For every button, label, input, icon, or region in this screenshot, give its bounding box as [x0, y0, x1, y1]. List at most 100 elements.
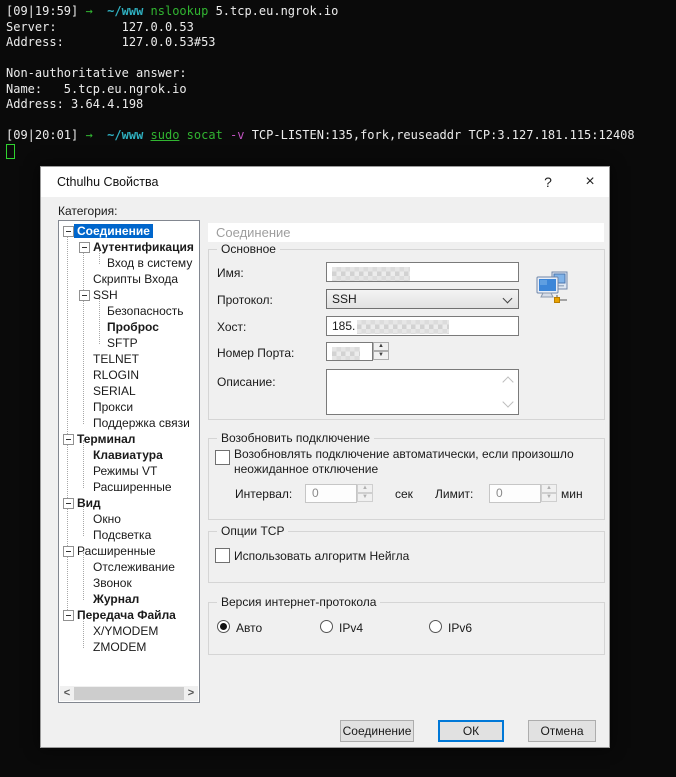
- dialog-titlebar[interactable]: Cthulhu Свойства ? ×: [41, 167, 609, 197]
- radio-ipv4[interactable]: [320, 620, 333, 633]
- terminal-line: Address: 127.0.0.53#53: [6, 35, 216, 49]
- tree-item-serial[interactable]: SERIAL: [90, 384, 139, 400]
- limit-label: Лимит:: [435, 487, 474, 501]
- limit-input: 0: [489, 484, 541, 503]
- protocol-label: Протокол:: [217, 293, 273, 307]
- scroll-right-icon[interactable]: >: [184, 686, 198, 701]
- tree-item-xymodem[interactable]: X/YMODEM: [90, 624, 161, 640]
- terminal-line: [6, 143, 670, 160]
- tree-item-keyboard[interactable]: Клавиатура: [90, 448, 166, 464]
- nagle-checkbox[interactable]: [215, 548, 230, 563]
- scroll-left-icon[interactable]: <: [60, 686, 74, 701]
- auto-reconnect-label: Возобновлять подключение автоматически, …: [234, 447, 574, 476]
- tree-item-telnet[interactable]: TELNET: [90, 352, 142, 368]
- tree-item-highlight[interactable]: Подсветка: [90, 528, 154, 544]
- tree-item-forwarding[interactable]: Проброс: [104, 320, 162, 336]
- terminal-line: [09|20:01] → ~/www sudo socat -v TCP-LIS…: [6, 128, 635, 142]
- scroll-up-icon[interactable]: [502, 376, 514, 388]
- tree-item-vt-modes[interactable]: Режимы VT: [90, 464, 160, 480]
- nagle-label: Использовать алгоритм Нейгла: [234, 549, 410, 563]
- network-connection-icon: [536, 271, 568, 303]
- group-tcp: Опции TCP Использовать алгоритм Нейгла: [208, 524, 605, 583]
- terminal-line: Server: 127.0.0.53: [6, 19, 194, 34]
- terminal-cursor: [6, 143, 15, 159]
- protocol-select[interactable]: SSH: [326, 289, 519, 309]
- tree-item-security[interactable]: Безопасность: [104, 304, 187, 320]
- description-textarea[interactable]: [326, 369, 519, 415]
- terminal-line: Name: 5.tcp.eu.ngrok.io: [6, 81, 187, 96]
- chevron-down-icon: [502, 293, 513, 304]
- group-basic-title: Основное: [217, 242, 280, 256]
- tree-item-keepalive[interactable]: Поддержка связи: [90, 416, 193, 432]
- host-label: Хост:: [217, 320, 247, 334]
- collapse-icon[interactable]: [63, 226, 74, 237]
- scrollbar-thumb[interactable]: [74, 687, 184, 700]
- tree-item-bell[interactable]: Звонок: [90, 576, 135, 592]
- tree-item-view[interactable]: Вид: [63, 496, 104, 512]
- tree-horizontal-scrollbar[interactable]: < >: [60, 686, 198, 701]
- collapse-icon[interactable]: [63, 546, 74, 557]
- tree-item-rlogin[interactable]: RLOGIN: [90, 368, 142, 384]
- host-input[interactable]: 185.: [326, 316, 519, 336]
- radio-ipv6-label: IPv6: [448, 621, 473, 635]
- category-tree[interactable]: Соединение Аутентификация Вход в систему…: [58, 220, 200, 703]
- collapse-icon[interactable]: [63, 498, 74, 509]
- tree-guide: [99, 298, 100, 344]
- tree-item-tracking[interactable]: Отслеживание: [90, 560, 178, 576]
- collapse-icon[interactable]: [79, 290, 90, 301]
- tree-guide: [83, 249, 84, 424]
- tree-item-login-scripts[interactable]: Скрипты Входа: [90, 272, 181, 288]
- group-ip-version: Версия интернет-протокола Авто IPv4 IPv6: [208, 595, 605, 655]
- name-label: Имя:: [217, 266, 244, 280]
- close-icon[interactable]: ×: [575, 167, 605, 197]
- radio-auto-label: Авто: [236, 621, 263, 635]
- terminal-line: [09|19:59] → ~/www nslookup 5.tcp.eu.ngr…: [6, 4, 339, 18]
- radio-ipv6[interactable]: [429, 620, 442, 633]
- radio-ipv4-label: IPv4: [339, 621, 364, 635]
- tree-item-zmodem[interactable]: ZMODEM: [90, 640, 149, 656]
- tree-item-advanced[interactable]: Расширенные: [63, 544, 159, 560]
- name-input[interactable]: [326, 262, 519, 282]
- limit-spinner: ▲ ▼: [541, 484, 557, 503]
- cancel-button[interactable]: Отмена: [528, 720, 596, 742]
- collapse-icon[interactable]: [63, 610, 74, 621]
- tree-item-terminal[interactable]: Терминал: [63, 432, 138, 448]
- group-reconnect: Возобновить подключение Возобновлять под…: [208, 431, 605, 520]
- spin-down-icon[interactable]: ▼: [373, 351, 389, 360]
- collapse-icon[interactable]: [79, 242, 90, 253]
- ok-button[interactable]: ОК: [438, 720, 504, 742]
- limit-unit: мин: [561, 487, 583, 501]
- tree-item-window[interactable]: Окно: [90, 512, 124, 528]
- port-input[interactable]: [326, 342, 373, 361]
- panel-header: Соединение: [208, 223, 604, 242]
- tree-item-connection[interactable]: Соединение: [63, 224, 153, 240]
- scroll-down-icon[interactable]: [502, 396, 514, 408]
- spin-down-icon: ▼: [357, 493, 373, 502]
- help-icon[interactable]: ?: [533, 167, 563, 197]
- tree-item-proxy[interactable]: Прокси: [90, 400, 136, 416]
- interval-input: 0: [305, 484, 357, 503]
- panel-header-title: Соединение: [216, 225, 291, 240]
- tree-item-log[interactable]: Журнал: [90, 592, 142, 608]
- interval-spinner: ▲ ▼: [357, 484, 373, 503]
- spin-up-icon[interactable]: ▲: [373, 342, 389, 351]
- radio-auto[interactable]: [217, 620, 230, 633]
- auto-reconnect-checkbox[interactable]: [215, 450, 230, 465]
- connect-button[interactable]: Соединение: [340, 720, 414, 742]
- tree-item-terminal-advanced[interactable]: Расширенные: [90, 480, 175, 496]
- properties-dialog: Cthulhu Свойства ? × Категория: Соединен…: [40, 166, 610, 748]
- group-ip-version-title: Версия интернет-протокола: [217, 595, 381, 609]
- tree-item-authentication[interactable]: Аутентификация: [79, 240, 197, 256]
- tree-item-login[interactable]: Вход в систему: [104, 256, 195, 272]
- tree-item-ssh[interactable]: SSH: [79, 288, 121, 304]
- port-spinner[interactable]: ▲ ▼: [373, 342, 389, 361]
- terminal[interactable]: [09|19:59] → ~/www nslookup 5.tcp.eu.ngr…: [6, 4, 670, 159]
- redacted-host: [357, 319, 450, 334]
- tree-item-file-transfer[interactable]: Передача Файла: [63, 608, 179, 624]
- port-label: Номер Порта:: [217, 346, 295, 360]
- collapse-icon[interactable]: [63, 434, 74, 445]
- tree-item-sftp[interactable]: SFTP: [104, 336, 141, 352]
- protocol-value: SSH: [332, 292, 357, 306]
